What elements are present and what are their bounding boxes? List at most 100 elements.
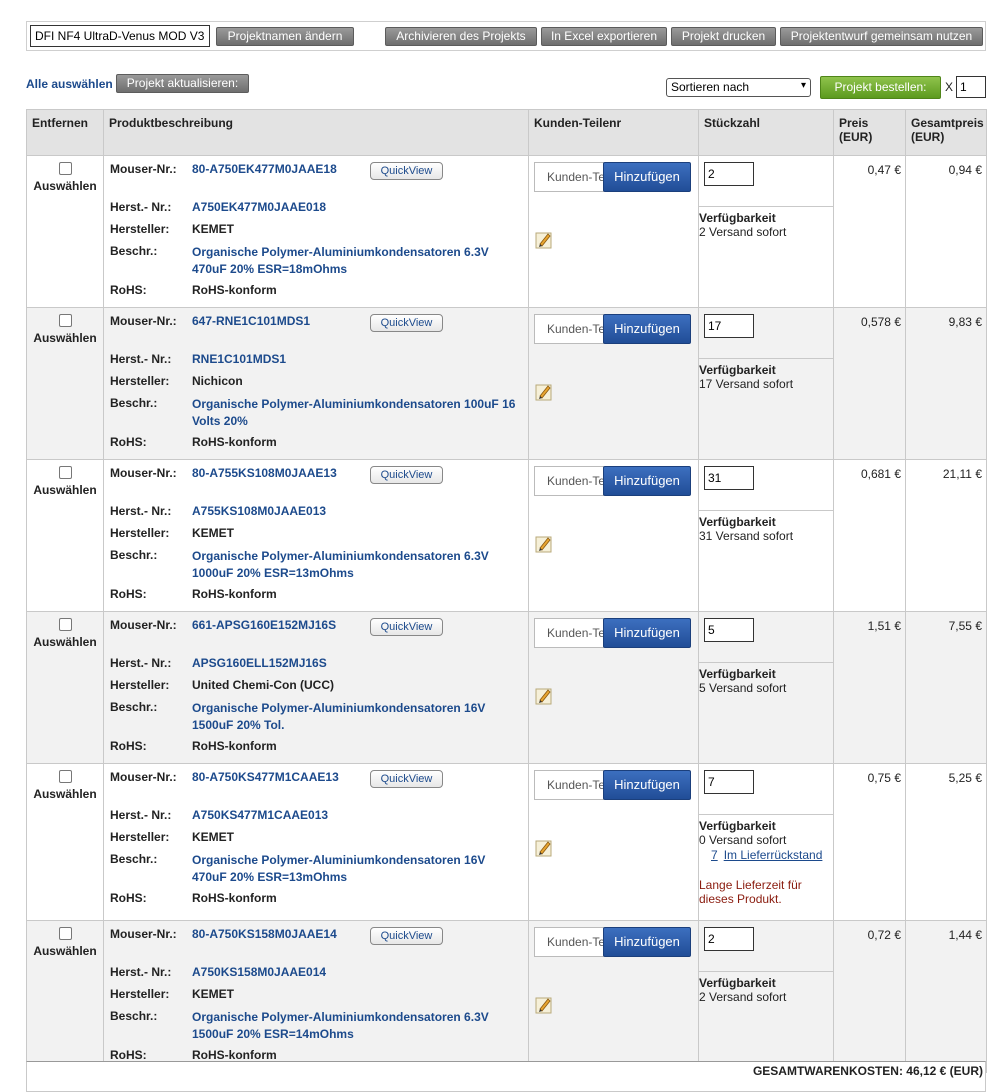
quickview-button[interactable]: QuickView bbox=[370, 618, 443, 636]
add-customer-part-button[interactable]: Hinzufügen bbox=[603, 162, 691, 192]
export-excel-button[interactable]: In Excel exportieren bbox=[541, 27, 667, 46]
product-description-link[interactable]: Organische Polymer-Aluminiumkondensatore… bbox=[192, 1009, 489, 1048]
quickview-button[interactable]: QuickView bbox=[370, 770, 443, 788]
description-line-1: Organische Polymer-Aluminiumkondensatore… bbox=[192, 397, 516, 411]
add-customer-part-button[interactable]: Hinzufügen bbox=[603, 618, 691, 648]
pencil-icon[interactable] bbox=[535, 993, 553, 1015]
quickview-button[interactable]: QuickView bbox=[370, 927, 443, 945]
archive-project-button[interactable]: Archivieren des Projekts bbox=[385, 27, 537, 46]
customer-part-input[interactable]: Kunden-Teilenr bbox=[534, 466, 604, 496]
manufacturer-name: Nichicon bbox=[192, 374, 243, 388]
remove-checkbox[interactable] bbox=[58, 162, 72, 175]
customer-part-cell: Kunden-Teilenr Hinzufügen bbox=[528, 155, 699, 308]
customer-part-input[interactable]: Kunden-Teilenr bbox=[534, 314, 604, 344]
customer-part-input[interactable]: Kunden-Teilenr bbox=[534, 162, 604, 192]
pencil-icon[interactable] bbox=[535, 836, 553, 858]
rename-project-button[interactable]: Projektnamen ändern bbox=[216, 27, 354, 46]
product-description-link[interactable]: Organische Polymer-Aluminiumkondensatore… bbox=[192, 700, 485, 739]
header-quantity: Stückzahl bbox=[698, 109, 834, 156]
mfr-part-link[interactable]: RNE1C101MDS1 bbox=[192, 352, 286, 374]
sort-select[interactable]: Sortieren nach ▾ bbox=[666, 78, 811, 97]
product-description-link[interactable]: Organische Polymer-Aluminiumkondensatore… bbox=[192, 244, 489, 283]
customer-part-input[interactable]: Kunden-Teilenr bbox=[534, 927, 604, 957]
mouser-part-link[interactable]: 80-A750KS477M1CAAE13 bbox=[192, 770, 339, 808]
select-label: Auswählen bbox=[33, 483, 97, 497]
add-customer-part-button[interactable]: Hinzufügen bbox=[603, 466, 691, 496]
header-description: Produktbeschreibung bbox=[103, 109, 529, 156]
backorder-qty-link[interactable]: 7 bbox=[711, 848, 718, 862]
mouser-label: Mouser-Nr.: bbox=[110, 618, 177, 632]
rohs-status: RoHS-konform bbox=[192, 739, 277, 753]
add-customer-part-button[interactable]: Hinzufügen bbox=[603, 314, 691, 344]
select-all-link[interactable]: Alle auswählen bbox=[26, 77, 113, 91]
mfr-part-link[interactable]: A750KS477M1CAAE013 bbox=[192, 808, 328, 830]
pencil-icon[interactable] bbox=[535, 380, 553, 402]
quantity-input[interactable] bbox=[704, 466, 754, 490]
description-cell: Mouser-Nr.: 80-A755KS108M0JAAE13 QuickVi… bbox=[103, 459, 529, 612]
manufacturer-name: United Chemi-Con (UCC) bbox=[192, 678, 334, 692]
select-label: Auswählen bbox=[33, 787, 97, 801]
quickview-label: QuickView bbox=[380, 165, 433, 177]
line-total: 7,55 € bbox=[905, 611, 987, 764]
quantity-input[interactable] bbox=[704, 927, 754, 951]
quickview-button[interactable]: QuickView bbox=[370, 466, 443, 484]
pencil-icon[interactable] bbox=[535, 684, 553, 706]
line-total: 9,83 € bbox=[905, 307, 987, 460]
manufacturer-name: KEMET bbox=[192, 526, 234, 540]
quantity-input[interactable] bbox=[704, 618, 754, 642]
availability-heading: Verfügbarkeit bbox=[699, 667, 776, 681]
order-multiplier-input[interactable] bbox=[956, 76, 986, 98]
mouser-part-link[interactable]: 661-APSG160E152MJ16S bbox=[192, 618, 336, 656]
mfr-part-link[interactable]: A755KS108M0JAAE013 bbox=[192, 504, 326, 526]
product-description-link[interactable]: Organische Polymer-Aluminiumkondensatore… bbox=[192, 548, 489, 587]
availability-block: Verfügbarkeit 5 Versand sofort bbox=[699, 662, 833, 695]
table-row: Auswählen Mouser-Nr.: 661-APSG160E152MJ1… bbox=[26, 611, 987, 764]
description-cell: Mouser-Nr.: 647-RNE1C101MDS1 QuickView H… bbox=[103, 307, 529, 460]
customer-part-input[interactable]: Kunden-Teilenr bbox=[534, 618, 604, 648]
add-customer-part-button[interactable]: Hinzufügen bbox=[603, 770, 691, 800]
customer-part-cell: Kunden-Teilenr Hinzufügen bbox=[528, 920, 699, 1073]
mouser-part-link[interactable]: 80-A750EK477M0JAAE18 bbox=[192, 162, 337, 200]
mouser-part-link[interactable]: 80-A755KS108M0JAAE13 bbox=[192, 466, 337, 504]
backorder-link[interactable]: Im Lieferrückstand bbox=[724, 848, 823, 862]
order-project-button[interactable]: Projekt bestellen: bbox=[820, 76, 941, 99]
mouser-part-link[interactable]: 80-A750KS158M0JAAE14 bbox=[192, 927, 337, 965]
quantity-input[interactable] bbox=[704, 162, 754, 186]
quantity-input[interactable] bbox=[704, 770, 754, 794]
remove-checkbox[interactable] bbox=[58, 466, 72, 479]
pencil-icon[interactable] bbox=[535, 228, 553, 250]
select-label: Auswählen bbox=[33, 635, 97, 649]
mfr-part-link[interactable]: APSG160ELL152MJ16S bbox=[192, 656, 327, 678]
header-remove: Entfernen bbox=[26, 109, 104, 156]
table-row: Auswählen Mouser-Nr.: 80-A755KS108M0JAAE… bbox=[26, 459, 987, 612]
update-project-button[interactable]: Projekt aktualisieren: bbox=[116, 74, 249, 93]
mfr-part-link[interactable]: A750EK477M0JAAE018 bbox=[192, 200, 326, 222]
share-project-button[interactable]: Projektentwurf gemeinsam nutzen bbox=[780, 27, 983, 46]
remove-checkbox[interactable] bbox=[58, 314, 72, 327]
quickview-label: QuickView bbox=[380, 930, 433, 942]
table-header-row: Entfernen Produktbeschreibung Kunden-Tei… bbox=[26, 109, 987, 156]
remove-checkbox[interactable] bbox=[58, 618, 72, 631]
product-description-link[interactable]: Organische Polymer-Aluminiumkondensatore… bbox=[192, 852, 485, 891]
remove-checkbox[interactable] bbox=[58, 770, 72, 783]
add-customer-part-button[interactable]: Hinzufügen bbox=[603, 927, 691, 957]
quickview-button[interactable]: QuickView bbox=[370, 314, 443, 332]
unit-price: 0,75 € bbox=[833, 763, 906, 921]
mfr-no-label: Herst.- Nr.: bbox=[110, 965, 172, 979]
product-description-link[interactable]: Organische Polymer-Aluminiumkondensatore… bbox=[192, 396, 515, 435]
customer-part-input[interactable]: Kunden-Teilenr bbox=[534, 770, 604, 800]
print-project-button[interactable]: Projekt drucken bbox=[671, 27, 776, 46]
customer-part-cell: Kunden-Teilenr Hinzufügen bbox=[528, 307, 699, 460]
quickview-button[interactable]: QuickView bbox=[370, 162, 443, 180]
remove-checkbox[interactable] bbox=[58, 927, 72, 940]
mouser-part-link[interactable]: 647-RNE1C101MDS1 bbox=[192, 314, 310, 352]
pencil-icon[interactable] bbox=[535, 532, 553, 554]
description-line-1: Organische Polymer-Aluminiumkondensatore… bbox=[192, 701, 486, 715]
quantity-input[interactable] bbox=[704, 314, 754, 338]
availability-status: 2 Versand sofort bbox=[699, 990, 787, 1004]
mouser-label: Mouser-Nr.: bbox=[110, 162, 177, 176]
project-name-input[interactable] bbox=[30, 25, 210, 47]
quickview-label: QuickView bbox=[380, 621, 433, 633]
mfr-part-link[interactable]: A750KS158M0JAAE014 bbox=[192, 965, 326, 987]
remove-cell: Auswählen bbox=[26, 611, 104, 764]
